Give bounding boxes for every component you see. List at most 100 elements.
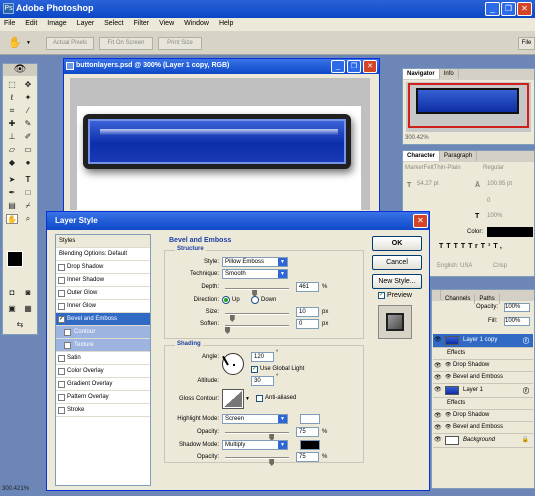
layer-effect-row[interactable]: 👁 👁 Drop Shadow [433,360,533,372]
shadow-opacity-slider[interactable] [225,457,289,466]
style-item-outer-glow[interactable]: Outer Glow [56,287,150,300]
style-item-checkbox[interactable] [58,368,65,375]
visibility-eye-icon[interactable]: 👁 [434,412,442,419]
effect-eye-icon[interactable]: 👁 [445,424,451,430]
effect-eye-icon[interactable]: 👁 [445,412,451,418]
path-select-icon[interactable]: ➤ [6,175,18,185]
shape-icon[interactable]: □ [22,188,34,198]
style-item-stroke[interactable]: Stroke [56,404,150,417]
style-item-checkbox[interactable] [58,381,65,388]
shadow-opacity-field[interactable]: 75 [296,452,319,462]
menu-view[interactable]: View [155,18,178,27]
menu-layer[interactable]: Layer [73,18,99,27]
doc-close-button[interactable]: ✕ [363,60,377,73]
actual-pixels-button[interactable]: Actual Pixels [46,37,94,50]
layer-row[interactable]: 👁 ⓕ Layer 1 [433,384,533,398]
style-item-contour[interactable]: Contour [56,326,150,339]
menu-filter[interactable]: Filter [130,18,154,27]
bevel-style-select[interactable]: Pillow Emboss ▼ [222,257,288,267]
layer-effects-icon[interactable]: ⓕ [523,386,529,395]
layer-row[interactable]: 👁 ⓕ Layer 1 copy [433,334,533,348]
layer-effect-row[interactable]: 👁 👁 Bevel and Emboss [433,422,533,434]
style-item-texture[interactable]: Texture [56,339,150,352]
soften-slider[interactable] [225,325,289,334]
visibility-eye-icon[interactable]: 👁 [434,362,442,369]
depth-slider[interactable] [225,288,289,297]
chevron-down-icon[interactable]: ▼ [26,40,31,46]
highlight-opacity-field[interactable]: 75 [296,427,319,437]
style-item-inner-glow[interactable]: Inner Glow [56,300,150,313]
font-family-select[interactable]: MarkerFeltThin-Plain [405,165,475,175]
fit-on-screen-button[interactable]: Fit On Screen [99,37,153,50]
angle-wheel[interactable] [222,353,244,375]
magic-wand-icon[interactable]: ✦ [22,93,34,103]
style-item-checkbox[interactable] [58,394,65,401]
tracking-field[interactable]: 0 [487,198,533,208]
visibility-eye-icon[interactable]: 👁 [434,374,442,381]
menu-select[interactable]: Select [100,18,127,27]
visibility-eye-icon[interactable]: 👁 [434,436,442,443]
lock-icon[interactable]: 🔒 [522,436,529,443]
chevron-down-icon[interactable]: ▼ [245,396,250,402]
use-global-light-checkbox[interactable]: ✓ [251,366,258,373]
style-item-pattern-overlay[interactable]: Pattern Overlay [56,391,150,404]
style-item-inner-shadow[interactable]: Inner Shadow [56,274,150,287]
navigator-zoom[interactable]: 300.42% [405,135,429,141]
size-field[interactable]: 10 [296,307,319,317]
visibility-eye-icon[interactable]: 👁 [434,424,442,431]
depth-field[interactable]: 461 [296,282,319,292]
marquee-icon[interactable]: ⬚ [6,80,18,90]
layer-effect-row[interactable]: Effects [433,398,533,410]
history-brush-icon[interactable]: ✐ [22,132,34,142]
font-style-select[interactable]: Regular [483,165,533,175]
angle-field[interactable]: 120 [251,352,274,362]
preview-checkbox[interactable]: ✓ [378,292,385,299]
brush-icon[interactable]: ✎ [22,119,34,129]
language-select[interactable]: English: USA [437,263,487,269]
effect-eye-icon[interactable]: 👁 [445,362,451,368]
gloss-contour-picker[interactable] [222,389,244,409]
menu-file[interactable]: File [0,18,19,27]
style-item-checkbox[interactable] [64,329,71,336]
foreground-color-swatch[interactable] [7,251,23,267]
visibility-eye-icon[interactable]: 👁 [434,336,442,343]
highlight-opacity-slider[interactable] [225,432,289,441]
style-item-drop-shadow[interactable]: Drop Shadow [56,261,150,274]
style-item-checkbox[interactable] [58,264,65,271]
style-item-checkbox[interactable] [58,355,65,362]
text-color-swatch[interactable] [487,227,533,237]
highlight-mode-select[interactable]: Screen ▼ [222,414,288,424]
opacity-field[interactable]: 100% [504,303,530,312]
file-browser-button[interactable]: File [518,37,535,50]
zoom-icon[interactable]: ⌕ [22,214,34,224]
eraser-icon[interactable]: ▱ [6,145,18,155]
restore-button[interactable]: ❐ [501,2,516,16]
type-icon[interactable]: T [22,175,34,185]
dialog-close-button[interactable]: ✕ [413,214,428,228]
tab-layers[interactable] [432,290,441,300]
layer-row[interactable]: 👁 🔒 Background [433,434,533,448]
crop-icon[interactable]: ⌗ [6,106,18,116]
ok-button[interactable]: OK [372,236,422,251]
hand-icon[interactable]: ✋ [6,214,18,224]
shadow-color-swatch[interactable] [300,440,320,450]
highlight-color-swatch[interactable] [300,414,320,424]
tab-character[interactable]: Character [403,151,441,161]
healing-icon[interactable]: ✚ [6,119,18,129]
size-slider-thumb[interactable] [229,315,235,322]
leading-field[interactable]: 100.95 pt [487,181,533,191]
style-item-checkbox[interactable] [58,407,65,414]
dodge-icon[interactable]: ● [22,158,34,168]
soften-field[interactable]: 0 [296,319,319,329]
screen-mode-full-icon[interactable]: ▦ [22,304,34,314]
new-style-button[interactable]: New Style... [372,274,422,289]
fill-field[interactable]: 100% [504,317,530,326]
hand-tool-icon[interactable]: ✋ [8,36,22,49]
minimize-button[interactable]: _ [485,2,500,16]
blending-options-item[interactable]: Blending Options: Default [56,248,150,261]
style-item-checkbox[interactable] [58,277,65,284]
scale-field[interactable]: 100% [487,213,533,223]
layer-effects-icon[interactable]: ⓕ [523,336,529,345]
eyedropper-icon[interactable]: ⌿ [22,201,34,211]
shadow-opacity-thumb[interactable] [269,459,275,466]
